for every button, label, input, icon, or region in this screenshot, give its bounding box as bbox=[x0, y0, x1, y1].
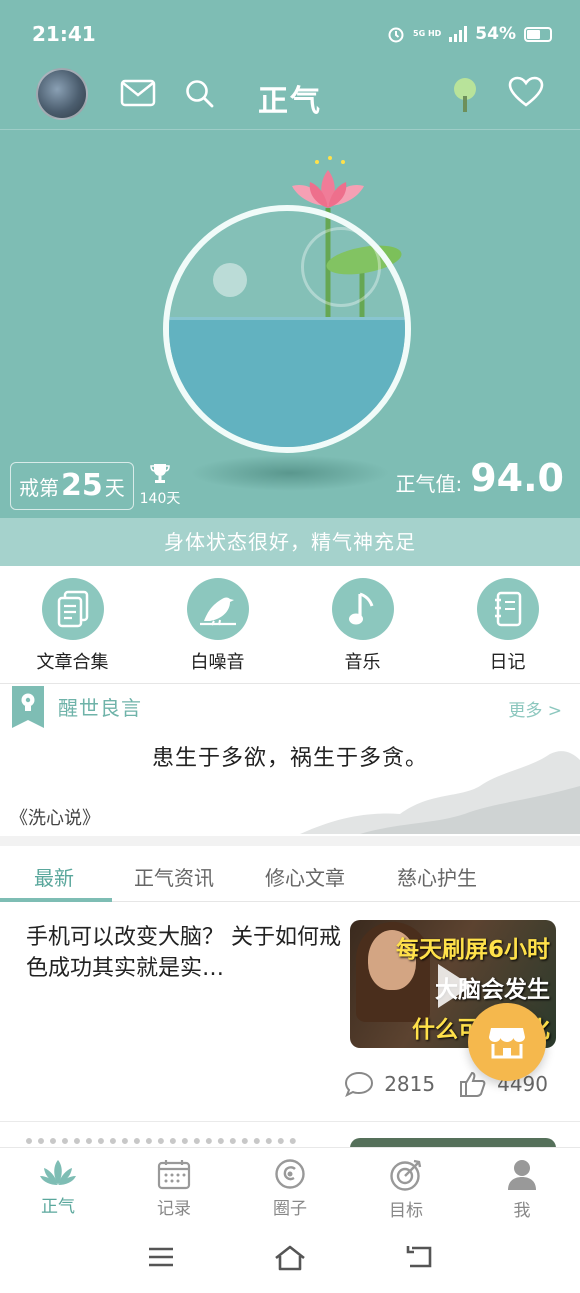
nav-label: 我 bbox=[513, 1201, 531, 1221]
battery-percent: 54% bbox=[475, 24, 516, 44]
notebook-icon bbox=[494, 591, 521, 627]
bird-icon bbox=[199, 597, 236, 626]
quote-text: 患生于多欲，祸生于多贪。 bbox=[151, 746, 428, 771]
quick-action-label: 文章合集 bbox=[36, 652, 109, 673]
streak-prefix: 戒第 bbox=[19, 476, 59, 500]
nav-zhengqi[interactable]: 正气 bbox=[0, 1148, 116, 1227]
nav-records[interactable]: 记录 bbox=[116, 1148, 232, 1227]
active-tab-indicator bbox=[0, 898, 112, 902]
bowl-shadow bbox=[190, 455, 390, 491]
play-icon[interactable] bbox=[438, 964, 472, 1008]
heart-icon[interactable] bbox=[508, 76, 544, 108]
bottom-navigation: 正气 记录 圈子 目标 我 bbox=[0, 1147, 580, 1227]
divider bbox=[0, 836, 580, 846]
article-title[interactable]: 手机可以改变大脑？ 关于如何戒色成功其实就是实… bbox=[26, 922, 342, 984]
alarm-icon bbox=[388, 27, 404, 43]
store-fab[interactable] bbox=[468, 1003, 546, 1081]
nav-me[interactable]: 我 bbox=[464, 1148, 580, 1227]
quick-action-articles[interactable]: 文章合集 bbox=[0, 566, 145, 683]
streak-days: 25 bbox=[61, 468, 103, 503]
streak-suffix: 天 bbox=[104, 476, 125, 500]
network-label: 5G HD bbox=[413, 29, 442, 38]
signal-icon bbox=[449, 26, 468, 42]
quote-section-title: 醒世良言 bbox=[58, 696, 142, 720]
energy-label: 正气值: bbox=[395, 472, 463, 496]
quote-source: 《洗心说》 bbox=[10, 808, 100, 829]
quick-action-label: 音乐 bbox=[344, 652, 381, 673]
thumb-caption: 每天刷屏6小时 bbox=[395, 937, 550, 963]
quick-action-music[interactable]: 音乐 bbox=[290, 566, 435, 683]
water-level bbox=[169, 317, 405, 447]
tab-latest[interactable]: 最新 bbox=[34, 862, 74, 891]
system-navigation-bar bbox=[0, 1228, 580, 1293]
target-icon bbox=[390, 1159, 422, 1191]
quote-section: 醒世良言 更多 > 患生于多欲，祸生于多贪。 《洗心说》 bbox=[0, 686, 580, 834]
streak-counter[interactable]: 戒第 25 天 bbox=[10, 462, 134, 510]
quick-actions: 文章合集 白噪音 音乐 日记 bbox=[0, 566, 580, 684]
comment-icon[interactable] bbox=[344, 1071, 374, 1097]
app-header: 正气 bbox=[0, 66, 580, 130]
hero-panel: 21:41 5G HD 54% 正气 戒第 25 天 140天 正气值: 94.… bbox=[0, 0, 580, 518]
quick-action-white-noise[interactable]: 白噪音 bbox=[145, 566, 290, 683]
status-time: 21:41 bbox=[32, 22, 96, 46]
lightbulb-icon bbox=[12, 686, 44, 728]
quick-action-label: 日记 bbox=[489, 652, 526, 673]
quote-more-link[interactable]: 更多 > bbox=[508, 696, 562, 721]
tab-articles[interactable]: 修心文章 bbox=[265, 862, 345, 891]
content-tabs: 最新 正气资讯 修心文章 慈心护生 bbox=[0, 846, 580, 902]
document-icon bbox=[57, 590, 88, 628]
next-article-peek[interactable] bbox=[0, 1124, 580, 1148]
bubble bbox=[213, 263, 247, 297]
nav-goals[interactable]: 目标 bbox=[348, 1148, 464, 1227]
quick-action-diary[interactable]: 日记 bbox=[435, 566, 580, 683]
energy-value-display: 正气值: 94.0 bbox=[395, 456, 564, 500]
nav-label: 目标 bbox=[389, 1201, 423, 1221]
body-status-message: 身体状态很好，精气神充足 bbox=[0, 518, 580, 566]
comment-count: 2815 bbox=[384, 1072, 436, 1096]
back-icon[interactable] bbox=[404, 1244, 434, 1270]
tree-icon[interactable] bbox=[452, 76, 478, 114]
water-bowl bbox=[163, 205, 411, 453]
tab-compassion[interactable]: 慈心护生 bbox=[397, 862, 477, 891]
calendar-icon bbox=[157, 1160, 191, 1190]
nav-label: 记录 bbox=[157, 1199, 191, 1219]
page-title: 正气 bbox=[258, 84, 322, 119]
thumbs-up-icon[interactable] bbox=[459, 1070, 487, 1098]
shop-icon bbox=[489, 1028, 525, 1059]
energy-value: 94.0 bbox=[470, 456, 564, 500]
best-record-label: 140天 bbox=[139, 491, 181, 507]
status-bar: 21:41 5G HD 54% bbox=[0, 0, 580, 66]
music-note-icon bbox=[348, 592, 373, 625]
quick-action-label: 白噪音 bbox=[190, 652, 245, 673]
tab-news[interactable]: 正气资讯 bbox=[134, 862, 214, 891]
best-record[interactable]: 140天 bbox=[138, 462, 182, 508]
reflection-ring bbox=[301, 227, 381, 307]
home-icon[interactable] bbox=[274, 1244, 306, 1272]
battery-icon bbox=[524, 26, 552, 42]
nav-label: 圈子 bbox=[273, 1199, 307, 1219]
circle-icon bbox=[275, 1159, 305, 1189]
user-icon bbox=[508, 1160, 536, 1190]
lotus-icon bbox=[40, 1160, 76, 1185]
status-icons: 5G HD 54% bbox=[387, 24, 552, 44]
menu-icon[interactable] bbox=[148, 1244, 174, 1270]
nav-circle[interactable]: 圈子 bbox=[232, 1148, 348, 1227]
nav-label: 正气 bbox=[41, 1197, 75, 1217]
trophy-icon bbox=[150, 464, 170, 483]
